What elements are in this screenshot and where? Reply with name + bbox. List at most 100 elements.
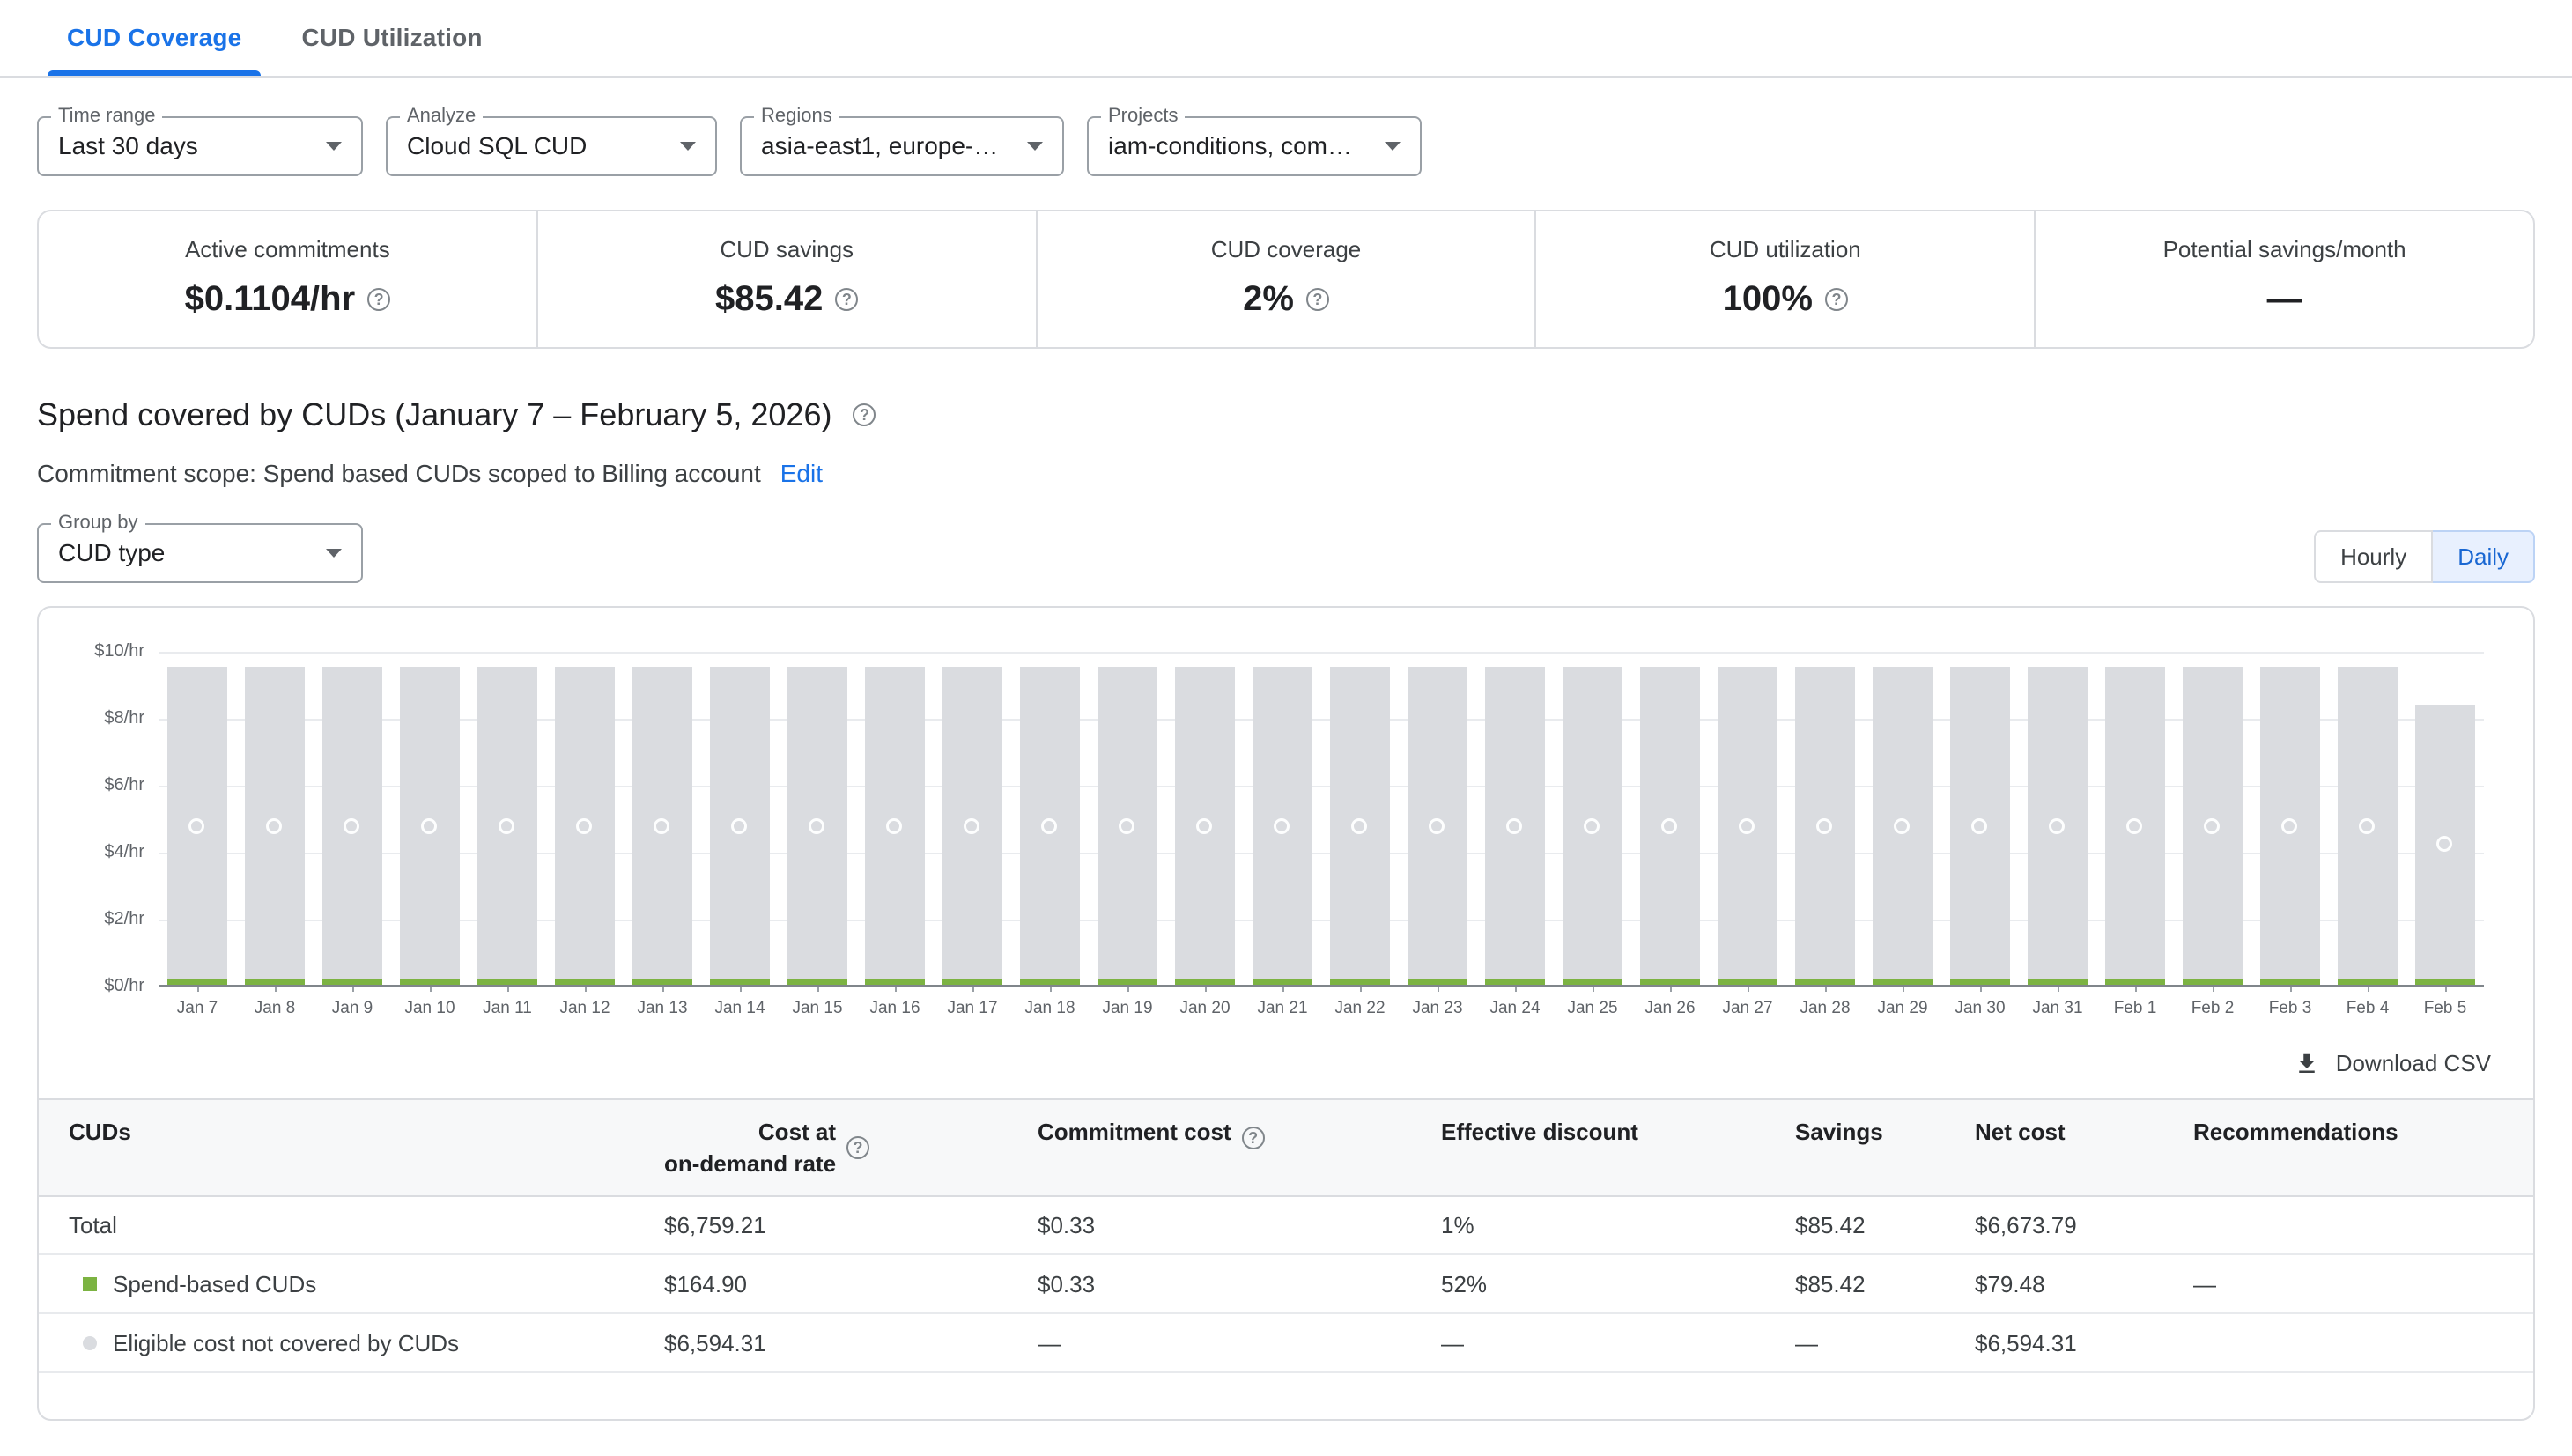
commitment-scope-text: Commitment scope: Spend based CUDs scope… [37,460,761,488]
regions-label: Regions [754,104,839,127]
x-axis-label: Jan 24 [1476,987,1554,1018]
chart-bar[interactable] [1718,667,1778,985]
section-title: Spend covered by CUDs (January 7 – Febru… [37,396,831,433]
help-icon[interactable] [853,403,876,426]
spend-covered-card: $0/hr$2/hr$4/hr$6/hr$8/hr$10/hr Jan 7Jan… [37,606,2535,1421]
tab-cud-coverage[interactable]: CUD Coverage [37,0,271,76]
filter-row: Time range Last 30 days Analyze Cloud SQ… [37,116,2535,176]
chart-plot [159,652,2484,987]
chart-bar[interactable] [1408,667,1468,985]
chart-bar[interactable] [555,667,616,985]
regions-filter[interactable]: Regions asia-east1, europe-west... [740,116,1064,176]
daily-toggle-button[interactable]: Daily [2433,530,2535,583]
cell-net: $79.48 [1961,1254,2179,1313]
help-icon[interactable] [835,288,858,311]
covered-segment [865,979,926,985]
chart-bar[interactable] [2260,667,2321,985]
bar-circle-marker-icon [1506,818,1522,834]
bar-circle-marker-icon [576,818,592,834]
cell-net: $6,594.31 [1961,1313,2179,1372]
covered-segment [1563,979,1623,985]
projects-filter[interactable]: Projects iam-conditions, commit... [1087,116,1422,176]
covered-segment [1175,979,1236,985]
chart-bar[interactable] [710,667,771,985]
granularity-toggle: Hourly Daily [2314,530,2535,583]
chart-bar[interactable] [2183,667,2243,985]
bar-circle-marker-icon [2281,818,2297,834]
group-by-dropdown[interactable]: Group by CUD type [37,523,363,583]
covered-segment [1020,979,1081,985]
chart-bar[interactable] [1098,667,1158,985]
bar-circle-marker-icon [1894,818,1910,834]
bar-circle-marker-icon [1816,818,1832,834]
analyze-filter[interactable]: Analyze Cloud SQL CUD [386,116,717,176]
chart-bar[interactable] [1020,667,1081,985]
chart-bar[interactable] [1873,667,1933,985]
chart-bar[interactable] [632,667,693,985]
col-recommendations: Recommendations [2179,1099,2533,1196]
chart-bar[interactable] [1175,667,1236,985]
chart-bar[interactable] [1795,667,1856,985]
x-axis-label: Jan 11 [469,987,546,1018]
bar-circle-marker-icon [2359,818,2375,834]
covered-segment [2183,979,2243,985]
chart-bar[interactable] [322,667,383,985]
chart-bar[interactable] [245,667,306,985]
chart-bar[interactable] [477,667,538,985]
bar-circle-marker-icon [1429,818,1445,834]
chart-bar[interactable] [1950,667,2011,985]
time-range-filter[interactable]: Time range Last 30 days [37,116,363,176]
y-axis-label: $10/hr [94,641,144,661]
chart-bar[interactable] [1640,667,1701,985]
bar-circle-marker-icon [344,818,359,834]
gray-circle-legend-icon [83,1336,97,1350]
x-axis-label: Jan 16 [856,987,934,1018]
x-axis-label: Jan 21 [1244,987,1321,1018]
covered-segment [2415,979,2476,985]
chart-bar[interactable] [787,667,848,985]
covered-segment [942,979,1003,985]
help-icon[interactable] [367,288,390,311]
chart-bar[interactable] [2105,667,2166,985]
cell-savings: $85.42 [1781,1254,1961,1313]
chart-bar[interactable] [1563,667,1623,985]
chart-bar[interactable] [865,667,926,985]
chart-bar[interactable] [2338,667,2398,985]
tab-cud-utilization[interactable]: CUD Utilization [271,0,512,76]
table-row-total: Total $6,759.21 $0.33 1% $85.42 $6,673.7… [39,1196,2533,1254]
help-icon[interactable] [1306,288,1329,311]
bar-circle-marker-icon [1584,818,1600,834]
chart-bar[interactable] [1485,667,1546,985]
metric-active-commitments: Active commitments $0.1104/hr [39,211,536,347]
col-commitment-cost: Commitment cost [1024,1099,1427,1196]
cell-cost: $164.90 [650,1254,1024,1313]
help-icon[interactable] [846,1136,869,1159]
chart-bar[interactable] [2415,705,2476,985]
green-square-legend-icon [83,1277,97,1291]
bar-circle-marker-icon [1661,818,1677,834]
tab-bar: CUD Coverage CUD Utilization [0,0,2572,78]
metric-value: $85.42 [715,279,823,319]
col-savings: Savings [1781,1099,1961,1196]
chart-bar[interactable] [942,667,1003,985]
metric-label: Potential savings/month [2050,236,2519,263]
metric-value: 100% [1723,279,1813,319]
cell-net: $6,673.79 [1961,1196,2179,1254]
chart-bar[interactable] [1253,667,1313,985]
edit-scope-link[interactable]: Edit [780,460,823,488]
covered-segment [555,979,616,985]
covered-segment [1640,979,1701,985]
chart-bar[interactable] [1330,667,1391,985]
row-label: Total [69,1211,117,1239]
dropdown-caret-icon [1027,142,1043,151]
covered-segment [167,979,228,985]
download-csv-button[interactable]: Download CSV [2294,1050,2491,1077]
chart-bar[interactable] [2028,667,2088,985]
help-icon[interactable] [1825,288,1848,311]
bar-circle-marker-icon [1119,818,1134,834]
bar-circle-marker-icon [964,818,979,834]
help-icon[interactable] [1242,1127,1265,1149]
chart-bar[interactable] [167,667,228,985]
hourly-toggle-button[interactable]: Hourly [2314,530,2433,583]
chart-bar[interactable] [400,667,461,985]
